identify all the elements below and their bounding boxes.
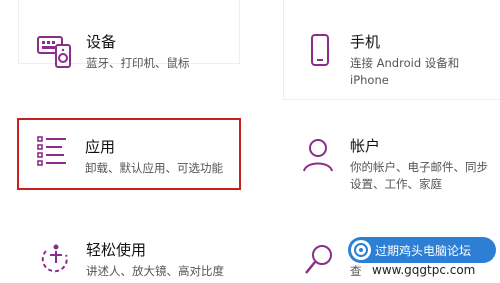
tile-apps[interactable]: 应用 卸载、默认应用、可选功能 [17, 118, 241, 190]
watermark-url: www.gqgtpc.com [372, 263, 476, 277]
watermark-logo-icon [351, 240, 371, 260]
tile-title: 设备 [86, 33, 117, 51]
watermark-label: 过期鸡头电脑论坛 [375, 244, 472, 258]
tile-description: 蓝牙、打印机、鼠标 [86, 55, 190, 72]
tile-title: 轻松使用 [86, 241, 147, 259]
desc-line: 卸载、默认应用、可选功能 [85, 161, 223, 175]
desc-line: 蓝牙、打印机、鼠标 [86, 56, 190, 70]
site-watermark: 过期鸡头电脑论坛 www.gqgtpc.com [348, 237, 496, 279]
apps-icon [34, 135, 74, 175]
desc-line: 设置、工作、家庭 [350, 177, 442, 191]
desc-line: iPhone [350, 73, 389, 87]
tile-devices[interactable]: 设备 蓝牙、打印机、鼠标 [19, 14, 241, 87]
tile-phone[interactable]: 手机 连接 Android 设备和 iPhone [283, 14, 500, 87]
tile-description: 卸载、默认应用、可选功能 [85, 160, 223, 177]
phone-icon [300, 33, 340, 73]
ease-of-access-icon [36, 241, 76, 281]
tile-title: 应用 [85, 138, 116, 156]
watermark-badge: 过期鸡头电脑论坛 [348, 237, 496, 263]
desc-line: 你的帐户、电子邮件、同步 [350, 160, 488, 174]
tile-accounts[interactable]: 帐户 你的帐户、电子邮件、同步 设置、工作、家庭 [283, 118, 500, 198]
search-icon [300, 241, 340, 281]
desc-line: 讲述人、放大镜、高对比度 [86, 264, 224, 278]
person-icon [300, 137, 340, 177]
desc-line: 连接 Android 设备和 [350, 56, 460, 70]
tile-description: 你的帐户、电子邮件、同步 设置、工作、家庭 [350, 159, 488, 193]
tile-description: 讲述人、放大镜、高对比度 [86, 263, 224, 280]
tile-title: 帐户 [350, 137, 381, 155]
tile-ease-of-access[interactable]: 轻松使用 讲述人、放大镜、高对比度 [19, 222, 241, 283]
tile-title: 手机 [350, 33, 381, 51]
settings-home: 设备 蓝牙、打印机、鼠标 手机 连接 Android 设备和 iPhone 应用… [0, 0, 500, 283]
tile-description: 连接 Android 设备和 iPhone [350, 55, 459, 89]
devices-icon [36, 33, 76, 73]
